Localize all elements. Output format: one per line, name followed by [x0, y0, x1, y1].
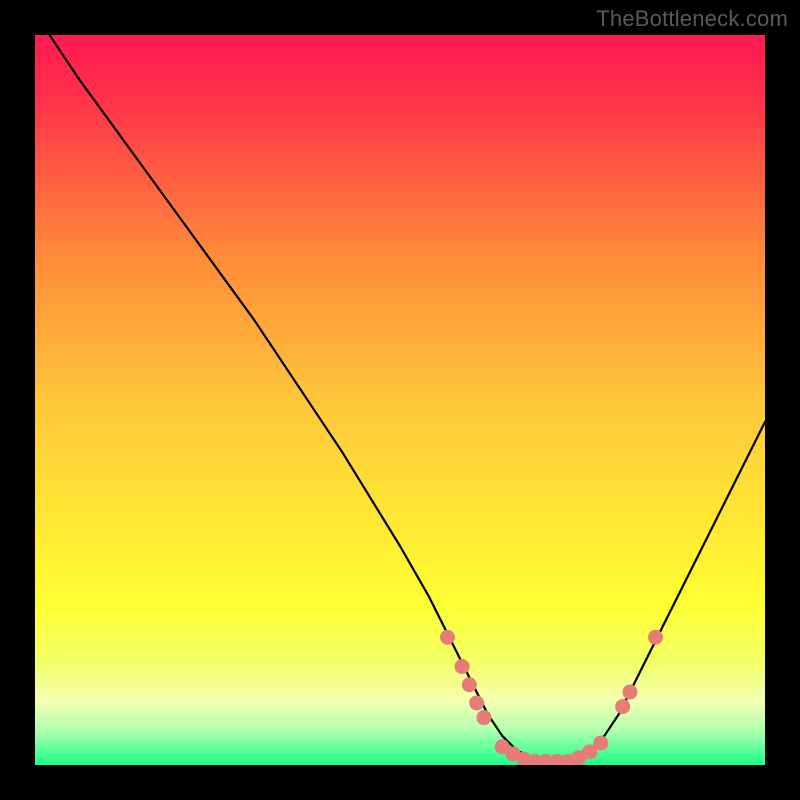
data-dot: [593, 736, 608, 751]
data-dot: [455, 659, 470, 674]
data-dot: [476, 710, 491, 725]
plot-area: [35, 35, 765, 765]
data-dot: [648, 630, 663, 645]
data-dot: [440, 630, 455, 645]
data-dot: [622, 685, 637, 700]
data-dot: [462, 677, 477, 692]
gradient-background: [35, 35, 765, 765]
chart-stage: TheBottleneck.com: [0, 0, 800, 800]
data-dot: [469, 695, 484, 710]
data-dot: [615, 699, 630, 714]
plot-svg: [35, 35, 765, 765]
watermark-text: TheBottleneck.com: [596, 6, 788, 32]
